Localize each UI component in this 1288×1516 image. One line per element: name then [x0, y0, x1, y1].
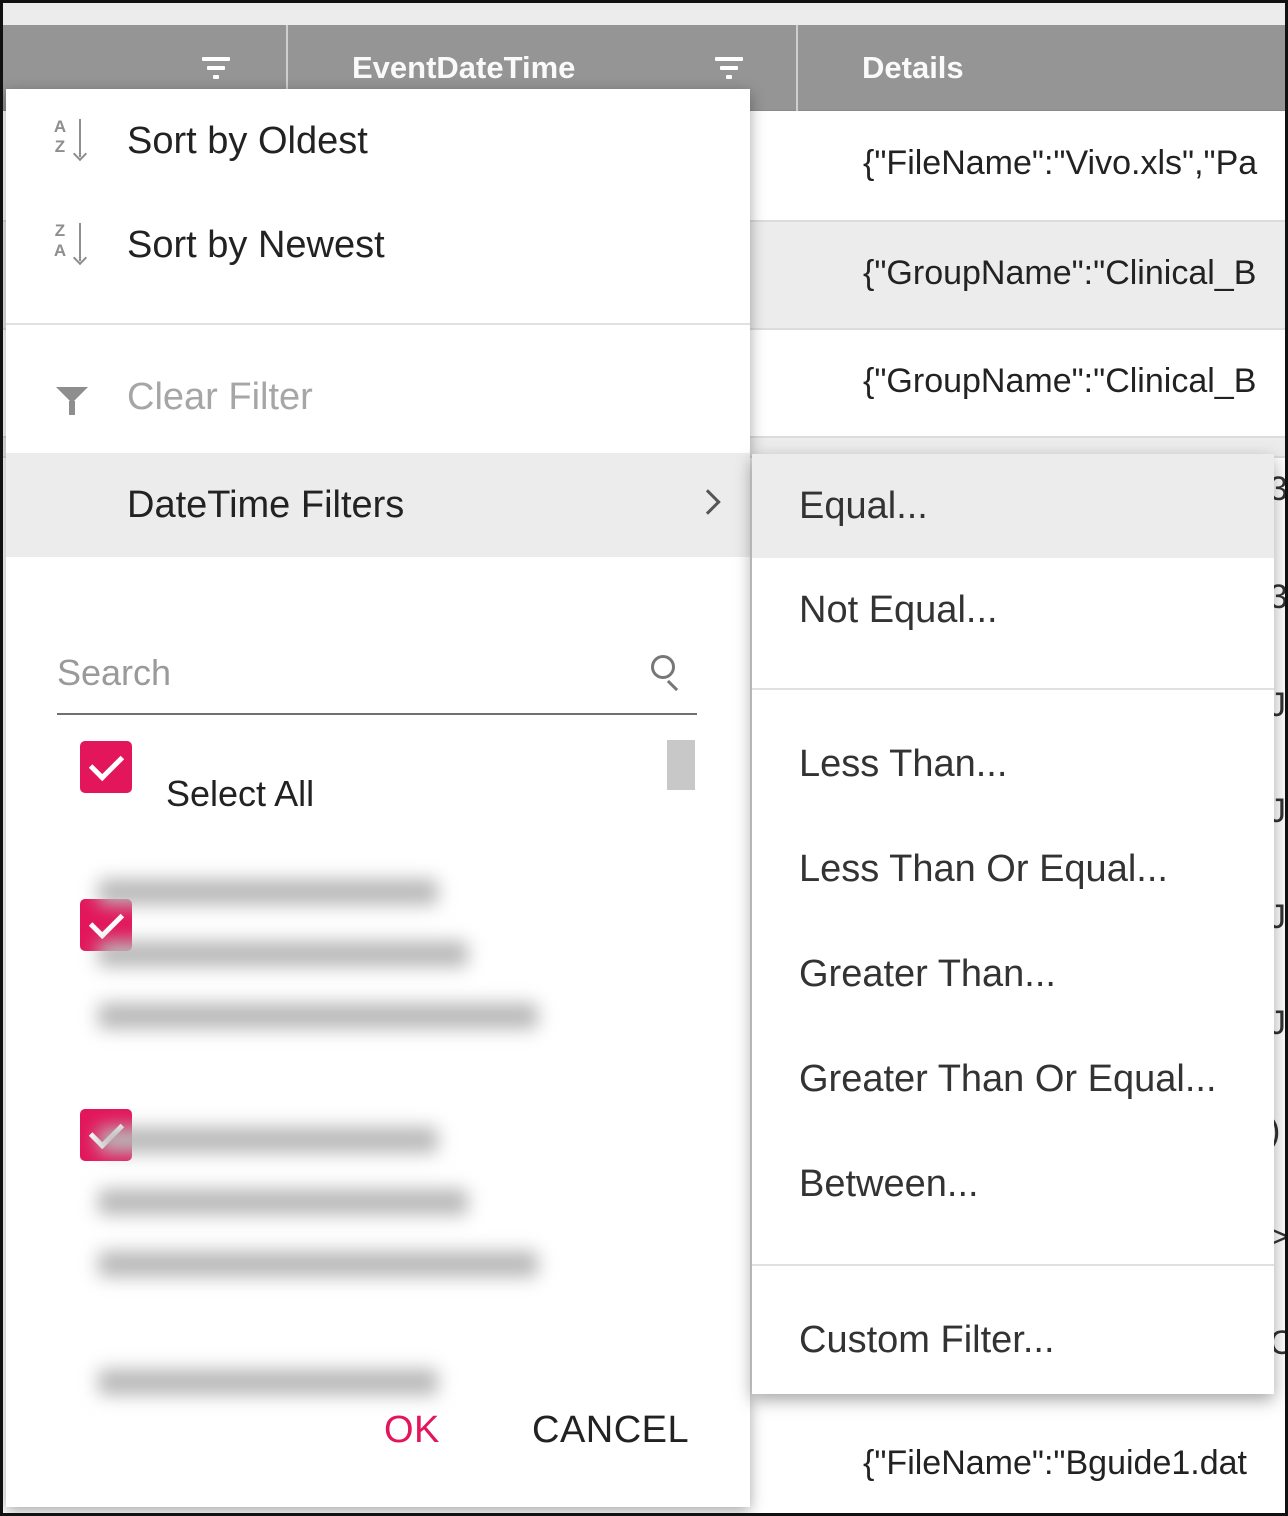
menu-item-label: DateTime Filters: [127, 483, 405, 526]
submenu-item-greater-than[interactable]: Greater Than...: [752, 922, 1274, 1026]
column-filter-popup: A Z Sort by Oldest Z A Sort by Newest Cl…: [6, 89, 750, 1507]
submenu-item-label: Between...: [799, 1162, 979, 1205]
submenu-item-label: Less Than Or Equal...: [799, 847, 1168, 890]
details-cell: {"FileName":"Bguide1.dat: [863, 1444, 1247, 1482]
details-cell: {"GroupName":"Clinical_B: [863, 362, 1257, 400]
arrow-down-icon: [72, 119, 88, 161]
sort-glyph-bottom: A: [53, 241, 67, 260]
filter-icon[interactable]: [712, 55, 746, 81]
blurred-value-label: [68, 879, 538, 1065]
search-input[interactable]: [57, 643, 617, 703]
cancel-button[interactable]: CANCEL: [532, 1409, 689, 1452]
menu-item-sort-newest[interactable]: Z A Sort by Newest: [6, 193, 750, 297]
menu-item-label: Sort by Newest: [127, 223, 385, 266]
submenu-item-between[interactable]: Between...: [752, 1132, 1274, 1236]
sort-ascending-icon: A Z: [52, 117, 92, 165]
blurred-value-label: [68, 1127, 538, 1313]
sort-glyph-top: Z: [54, 221, 66, 240]
sort-descending-icon: Z A: [52, 221, 92, 269]
column-header-label: EventDateTime: [352, 50, 576, 85]
submenu-item-label: Not Equal...: [799, 588, 998, 631]
menu-divider: [6, 323, 750, 325]
checkbox-checked[interactable]: [80, 741, 132, 793]
search-field[interactable]: [57, 637, 697, 715]
screenshot-frame: EventDateTime Details {"FileName":"Vivo.…: [0, 0, 1288, 1516]
search-icon[interactable]: [651, 655, 685, 692]
sort-glyph-top: A: [53, 117, 67, 136]
submenu-item-equal[interactable]: Equal...: [752, 454, 1274, 558]
datetime-filters-submenu: Equal... Not Equal... Less Than... Less …: [752, 454, 1274, 1394]
submenu-item-greater-than-or-equal[interactable]: Greater Than Or Equal...: [752, 1027, 1274, 1131]
ok-button[interactable]: OK: [384, 1409, 440, 1452]
checklist-label: Select All: [166, 773, 315, 814]
details-cell: {"GroupName":"Clinical_B: [863, 254, 1257, 292]
top-strip: [3, 3, 1285, 25]
submenu-divider: [752, 688, 1274, 690]
chevron-right-icon: [695, 489, 721, 515]
blurred-value-label: [68, 1369, 438, 1431]
menu-item-clear-filter[interactable]: Clear Filter: [6, 345, 750, 449]
menu-item-label: Clear Filter: [127, 375, 313, 418]
filter-icon[interactable]: [199, 55, 233, 81]
funnel-icon: [6, 375, 126, 423]
list-scrollbar-thumb[interactable]: [667, 740, 695, 790]
menu-item-label: Sort by Oldest: [127, 119, 368, 162]
submenu-item-label: Less Than...: [799, 742, 1008, 785]
submenu-item-not-equal[interactable]: Not Equal...: [752, 558, 1274, 662]
menu-item-sort-oldest[interactable]: A Z Sort by Oldest: [6, 89, 750, 193]
menu-item-datetime-filters[interactable]: DateTime Filters: [6, 453, 750, 557]
submenu-divider: [752, 1264, 1274, 1266]
submenu-item-label: Greater Than...: [799, 952, 1056, 995]
submenu-item-label: Custom Filter...: [799, 1318, 1055, 1361]
sort-glyph-bottom: Z: [54, 137, 66, 156]
submenu-item-label: Greater Than Or Equal...: [799, 1057, 1217, 1100]
submenu-item-less-than-or-equal[interactable]: Less Than Or Equal...: [752, 817, 1274, 921]
column-header-details[interactable]: Details: [800, 25, 1285, 111]
column-header-label: Details: [862, 50, 964, 85]
arrow-down-icon: [72, 223, 88, 265]
submenu-item-label: Equal...: [799, 484, 928, 527]
details-cell: {"FileName":"Vivo.xls","Pa: [863, 144, 1258, 182]
submenu-item-custom-filter[interactable]: Custom Filter...: [752, 1288, 1274, 1392]
submenu-item-less-than[interactable]: Less Than...: [752, 712, 1274, 816]
